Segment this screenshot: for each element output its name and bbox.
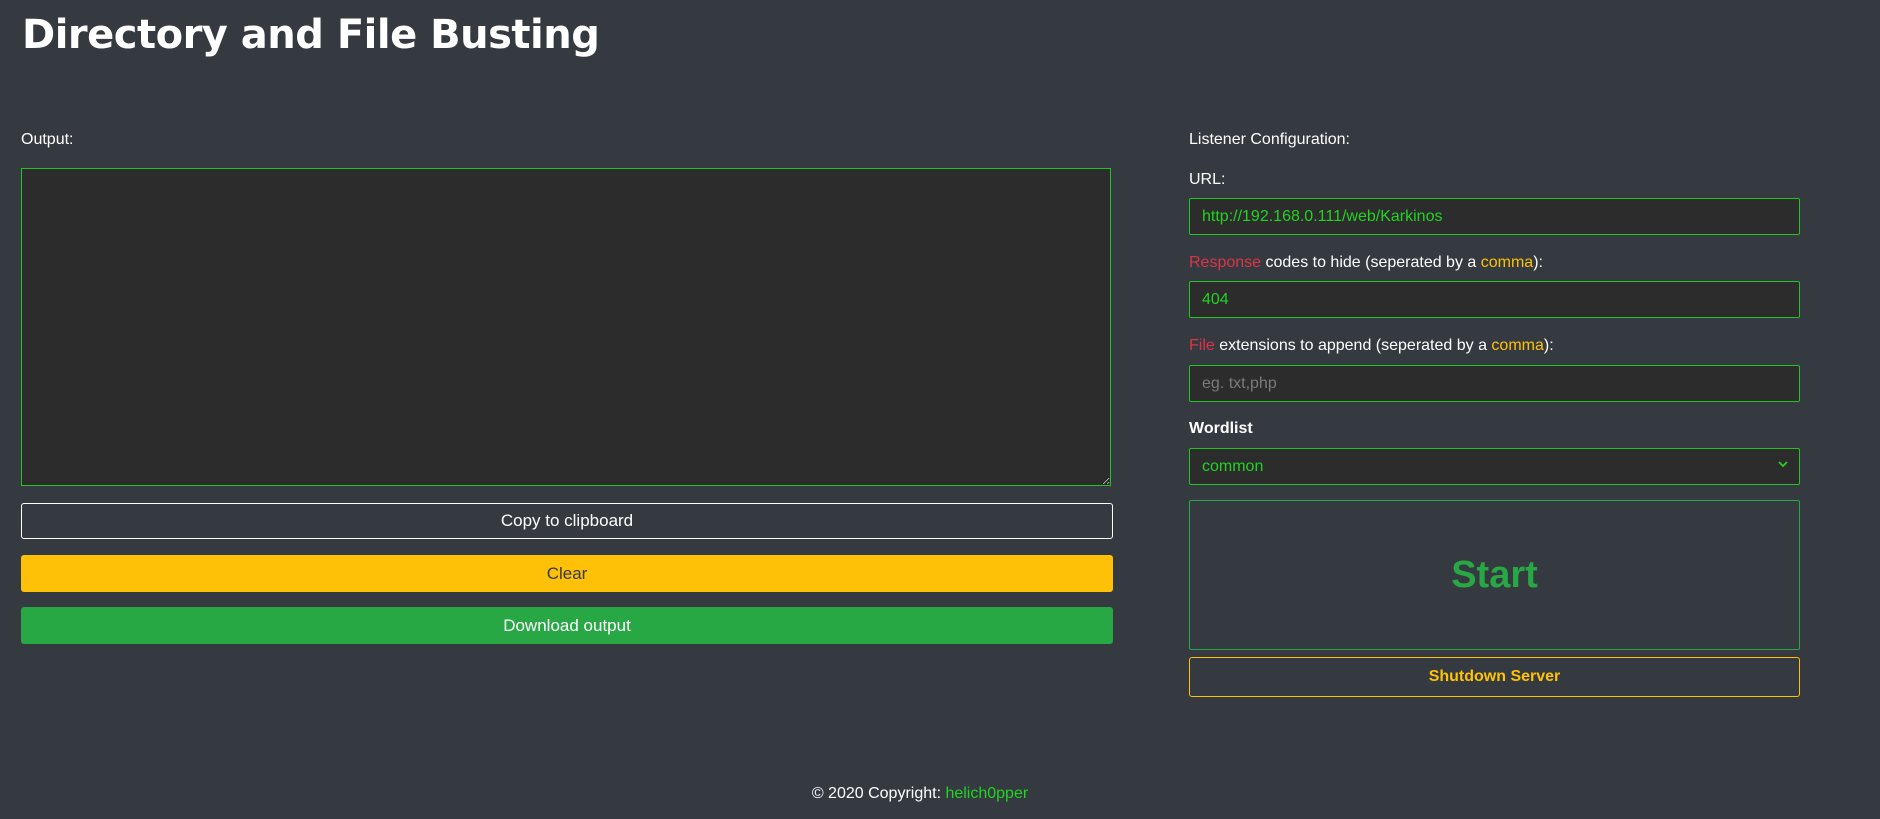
url-label: URL: bbox=[1189, 171, 1226, 188]
url-input[interactable]: http://192.168.0.111/web/Karkinos bbox=[1189, 198, 1800, 235]
response-codes-input[interactable]: 404 bbox=[1189, 281, 1800, 318]
wordlist-label: Wordlist bbox=[1189, 420, 1253, 437]
footer-copyright: © 2020 Copyright: bbox=[811, 785, 946, 802]
file-ext-label-text: extensions to append (seperated by a bbox=[1214, 337, 1492, 354]
copy-to-clipboard-button[interactable]: Copy to clipboard bbox=[21, 503, 1113, 539]
response-word: Response bbox=[1189, 254, 1262, 271]
footer: © 2020 Copyright: helich0pper bbox=[0, 785, 1840, 803]
response-label-end: ): bbox=[1533, 254, 1543, 271]
chevron-down-icon bbox=[1778, 461, 1788, 468]
file-extensions-input[interactable]: eg. txt,php bbox=[1189, 365, 1800, 402]
clear-button[interactable]: Clear bbox=[21, 555, 1113, 592]
file-ext-label-end: ): bbox=[1543, 337, 1554, 354]
output-label: Output: bbox=[21, 131, 74, 148]
response-codes-label: Response codes to hide (seperated by a c… bbox=[1189, 254, 1543, 272]
start-button[interactable]: Start bbox=[1189, 500, 1800, 650]
footer-author-link[interactable]: helich0pper bbox=[945, 785, 1028, 802]
wordlist-select[interactable]: common bbox=[1189, 448, 1800, 485]
file-word: File bbox=[1189, 337, 1215, 354]
download-output-button[interactable]: Download output bbox=[21, 607, 1113, 644]
output-textarea[interactable] bbox=[21, 168, 1111, 486]
page-title: Directory and File Busting bbox=[22, 12, 600, 58]
shutdown-server-button[interactable]: Shutdown Server bbox=[1189, 657, 1800, 697]
wordlist-selected-value: common bbox=[1202, 457, 1264, 475]
response-comma-word: comma bbox=[1480, 254, 1534, 271]
ext-comma-word: comma bbox=[1491, 337, 1544, 354]
file-extensions-label: File extensions to append (seperated by … bbox=[1189, 337, 1554, 355]
listener-configuration-heading: Listener Configuration: bbox=[1189, 131, 1350, 148]
response-label-text: codes to hide (seperated by a bbox=[1261, 254, 1481, 271]
